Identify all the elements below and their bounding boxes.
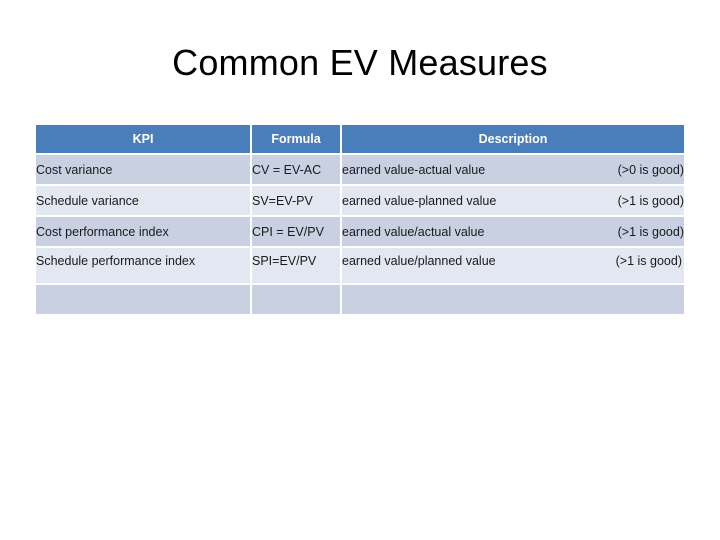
cell-kpi: Cost performance index — [36, 217, 252, 248]
cell-formula: CPI = EV/PV — [252, 217, 342, 248]
cell-formula — [252, 285, 342, 314]
table-header-row: KPI Formula Description — [36, 125, 684, 155]
table-row: Schedule variance SV=EV-PV earned value-… — [36, 186, 684, 217]
cell-kpi: Schedule performance index — [36, 248, 252, 285]
table-row — [36, 285, 684, 314]
description-text: earned value/actual value — [342, 224, 485, 239]
cell-description: earned value-planned value (>1 is good) — [342, 186, 684, 217]
table-row: Cost variance CV = EV-AC earned value-ac… — [36, 155, 684, 186]
column-header-formula: Formula — [252, 125, 342, 155]
cell-description: earned value/actual value (>1 is good) — [342, 217, 684, 248]
description-text: earned value/planned value — [342, 254, 496, 268]
cell-formula: CV = EV-AC — [252, 155, 342, 186]
column-header-description: Description — [342, 125, 684, 155]
description-note: (>0 is good) — [617, 162, 684, 177]
table-row: Schedule performance index SPI=EV/PV ear… — [36, 248, 684, 285]
description-text: earned value-actual value — [342, 162, 486, 177]
description-note: (>1 is good) — [617, 224, 684, 239]
table-row: Cost performance index CPI = EV/PV earne… — [36, 217, 684, 248]
cell-kpi — [36, 285, 252, 314]
cell-description: earned value/planned value (>1 is good) — [342, 248, 684, 285]
ev-measures-table: KPI Formula Description Cost variance CV… — [36, 125, 684, 314]
cell-kpi: Cost variance — [36, 155, 252, 186]
cell-formula: SPI=EV/PV — [252, 248, 342, 285]
cell-description: earned value-actual value (>0 is good) — [342, 155, 684, 186]
page-title: Common EV Measures — [172, 42, 548, 83]
description-note: (>1 is good) — [615, 254, 682, 268]
cell-description — [342, 285, 684, 314]
description-note: (>1 is good) — [617, 193, 684, 208]
cell-kpi: Schedule variance — [36, 186, 252, 217]
cell-formula: SV=EV-PV — [252, 186, 342, 217]
description-text: earned value-planned value — [342, 193, 497, 208]
column-header-kpi: KPI — [36, 125, 252, 155]
